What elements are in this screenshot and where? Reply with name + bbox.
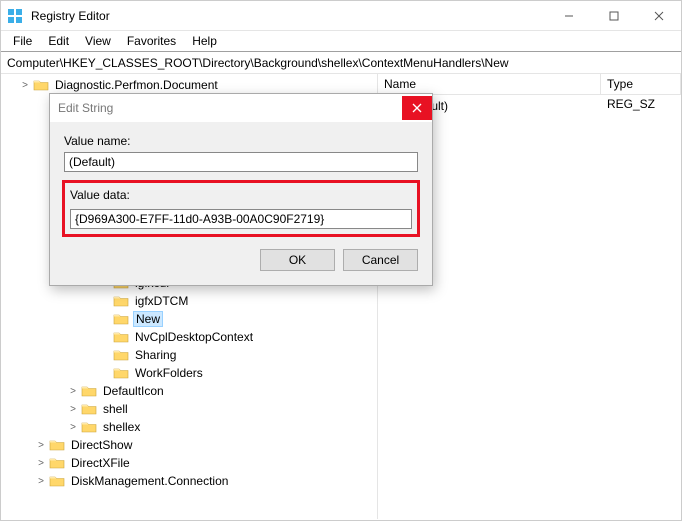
- col-name[interactable]: Name: [378, 74, 601, 94]
- folder-icon: [49, 474, 65, 488]
- value-name-input[interactable]: [64, 152, 418, 172]
- tree-node-label: shellex: [101, 420, 142, 434]
- tree-node-label: DiskManagement.Connection: [69, 474, 230, 488]
- regedit-icon: [7, 8, 23, 24]
- menu-view[interactable]: View: [77, 32, 119, 50]
- cancel-button[interactable]: Cancel: [343, 249, 418, 271]
- dialog-close-button[interactable]: [402, 96, 432, 120]
- titlebar: Registry Editor: [1, 1, 681, 31]
- tree-node-label: DirectShow: [69, 438, 134, 452]
- value-name-label: Value name:: [64, 134, 418, 148]
- folder-icon: [113, 366, 129, 380]
- tree-node-label: WorkFolders: [133, 366, 205, 380]
- menubar: File Edit View Favorites Help: [1, 31, 681, 51]
- tree-node-label: DirectXFile: [69, 456, 132, 470]
- menu-favorites[interactable]: Favorites: [119, 32, 184, 50]
- list-header: Name Type: [378, 74, 681, 95]
- tree-node-label: NvCplDesktopContext: [133, 330, 255, 344]
- folder-icon: [113, 312, 129, 326]
- maximize-button[interactable]: [591, 1, 636, 31]
- menu-file[interactable]: File: [5, 32, 40, 50]
- tree-node[interactable]: > DiskManagement.Connection: [1, 472, 377, 490]
- tree-node[interactable]: > DefaultIcon: [1, 382, 377, 400]
- tree-node-label: igfxDTCM: [133, 294, 190, 308]
- menu-edit[interactable]: Edit: [40, 32, 77, 50]
- col-type[interactable]: Type: [601, 74, 681, 94]
- folder-icon: [81, 420, 97, 434]
- folder-icon: [113, 330, 129, 344]
- dialog-title: Edit String: [58, 101, 402, 115]
- expand-icon[interactable]: >: [17, 80, 33, 91]
- folder-icon: [113, 348, 129, 362]
- tree-node[interactable]: > DirectXFile: [1, 454, 377, 472]
- expand-icon[interactable]: >: [65, 404, 81, 415]
- tree-node[interactable]: WorkFolders: [1, 364, 377, 382]
- expand-icon[interactable]: >: [33, 476, 49, 487]
- window-close-button[interactable]: [636, 1, 681, 31]
- folder-icon: [49, 456, 65, 470]
- value-type: REG_SZ: [601, 95, 681, 116]
- address-bar[interactable]: Computer\HKEY_CLASSES_ROOT\Directory\Bac…: [1, 52, 681, 74]
- value-data-label: Value data:: [70, 188, 412, 202]
- folder-icon: [33, 78, 49, 92]
- folder-icon: [49, 438, 65, 452]
- window-title: Registry Editor: [31, 9, 546, 23]
- tree-node-label: New: [133, 311, 163, 327]
- expand-icon[interactable]: >: [65, 422, 81, 433]
- tree-node[interactable]: > shell: [1, 400, 377, 418]
- address-text: Computer\HKEY_CLASSES_ROOT\Directory\Bac…: [7, 56, 509, 70]
- folder-icon: [81, 402, 97, 416]
- value-data-highlight: Value data:: [64, 182, 418, 235]
- tree-node[interactable]: igfxDTCM: [1, 292, 377, 310]
- value-data-input[interactable]: [70, 209, 412, 229]
- edit-string-dialog: Edit String Value name: Value data: OK C…: [49, 93, 433, 286]
- tree-node-label: Sharing: [133, 348, 178, 362]
- tree-node[interactable]: > shellex: [1, 418, 377, 436]
- tree-node[interactable]: > Diagnostic.Perfmon.Document: [1, 76, 377, 94]
- folder-icon: [81, 384, 97, 398]
- tree-node[interactable]: New: [1, 310, 377, 328]
- expand-icon[interactable]: >: [33, 458, 49, 469]
- tree-node-label: shell: [101, 402, 130, 416]
- tree-node[interactable]: NvCplDesktopContext: [1, 328, 377, 346]
- folder-icon: [113, 294, 129, 308]
- tree-node-label: Diagnostic.Perfmon.Document: [53, 78, 220, 92]
- menu-help[interactable]: Help: [184, 32, 225, 50]
- tree-node[interactable]: Sharing: [1, 346, 377, 364]
- tree-node-label: DefaultIcon: [101, 384, 166, 398]
- dialog-titlebar[interactable]: Edit String: [50, 94, 432, 122]
- expand-icon[interactable]: >: [33, 440, 49, 451]
- tree-node[interactable]: > DirectShow: [1, 436, 377, 454]
- minimize-button[interactable]: [546, 1, 591, 31]
- expand-icon[interactable]: >: [65, 386, 81, 397]
- ok-button[interactable]: OK: [260, 249, 335, 271]
